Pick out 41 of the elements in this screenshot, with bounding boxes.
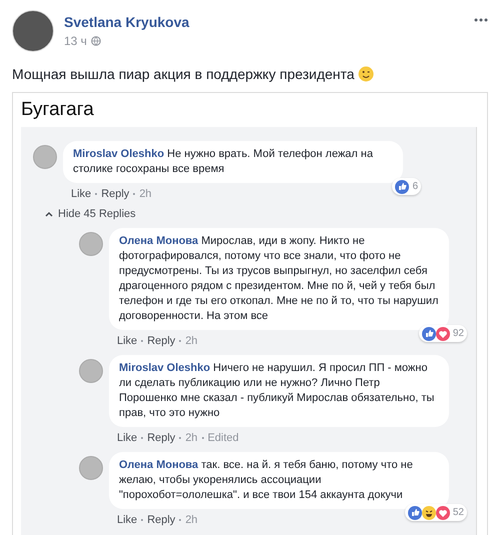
comment-text: Олена Монова так. все. на й. я тебя баню, потому что не желаю, чтобы укоренялись ассоциации "порохобот=ололешка". и все твои 154 аккаунта докучи [119, 458, 414, 503]
post-text: Мощная вышла пиар акция в поддержку президента [12, 66, 354, 82]
screenshot-caption: Бугагага [21, 99, 95, 121]
comment-action-link[interactable]: Like [71, 188, 92, 200]
chevron-up-icon [45, 211, 53, 217]
comment-meta: 2h [185, 514, 198, 526]
thumbs-up-icon [395, 180, 410, 194]
comment-author-link[interactable]: Miroslav Oleshko [119, 362, 210, 374]
avatar[interactable] [79, 359, 103, 383]
comment-action-link[interactable]: Like [117, 432, 138, 444]
avatar[interactable] [33, 145, 57, 169]
comment-author-link[interactable]: Miroslav Oleshko [73, 148, 164, 160]
reaction-count: 6 [412, 180, 418, 194]
winking-face-icon [358, 66, 374, 82]
laughing-face-icon [422, 506, 436, 520]
avatar[interactable] [79, 456, 103, 480]
comment-meta: 2h [185, 335, 198, 347]
author-name[interactable]: Svetlana Kryukova [64, 14, 464, 30]
thumbs-up-icon [422, 326, 436, 340]
more-options-icon[interactable] [474, 18, 488, 22]
comment-action-link[interactable]: Like [117, 335, 138, 347]
globe-icon [90, 36, 101, 46]
comment-action-link[interactable]: Reply [101, 188, 130, 200]
comment-action-link[interactable]: Like [117, 514, 138, 526]
thumbs-up-icon [408, 506, 422, 520]
comment-author-link[interactable]: Олена Монова [119, 459, 198, 471]
hide-replies-link[interactable]: Hide 45 Replies [33, 208, 456, 220]
avatar[interactable] [79, 232, 103, 256]
comment-text: Miroslav Oleshko Не нужно врать. Мой телефон лежал на столике госохраны все время [73, 147, 374, 177]
comment-text: Олена Монова Мирослав, иди в жопу. Никто не фотографировался, потому что все знали, что фото не предусмотрены. Ты из трусов выпрыгнул, но заселфил себя драгоценного рядом с президентом. Мне по й, чей у тебя был телефон и где ты его откопал. Мне не по й то, что ты нарушил договоренности. На этом все [119, 234, 439, 324]
comment-action-link[interactable]: Reply [147, 335, 176, 347]
comment-meta: 2h [185, 432, 198, 444]
reaction-count: 92 [452, 327, 464, 341]
comment-action-link[interactable]: Reply [147, 514, 176, 526]
comment-text: Miroslav Oleshko Ничего не нарушил. Я просил ПП - можно ли сделать публикацию или не нужно? Лично Петр Порошенко мне сказал - публикуй Мирослав обязательно, ты прав, что это нужно [119, 361, 436, 421]
comment-action-link[interactable]: Reply [147, 432, 176, 444]
reaction-count: 52 [452, 506, 464, 520]
comment-meta: Edited [208, 432, 239, 444]
comment-author-link[interactable]: Олена Монова [119, 235, 198, 247]
avatar-photo-placeholder[interactable] [12, 10, 54, 52]
comment-meta: 2h [139, 188, 152, 200]
